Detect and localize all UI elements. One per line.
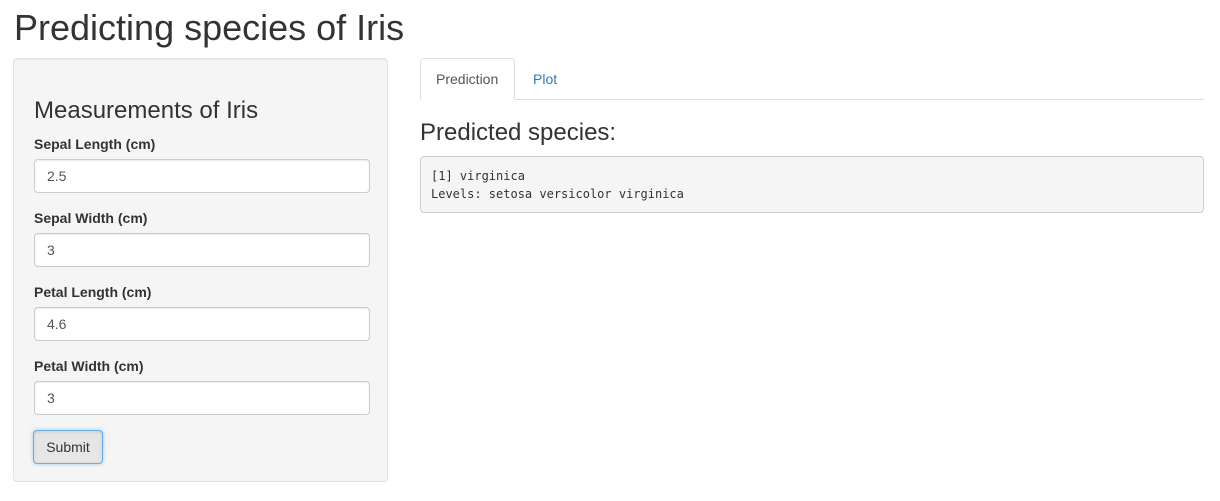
sepal-width-label: Sepal Width (cm) [34,210,148,226]
output-heading: Predicted species: [420,119,617,146]
sepal-length-input[interactable] [34,159,370,193]
tab-prediction[interactable]: Prediction [420,58,515,100]
petal-length-label: Petal Length (cm) [34,284,152,300]
sidebar-heading: Measurements of Iris [34,97,259,124]
sidebar-panel: Measurements of Iris Sepal Length (cm) S… [13,58,388,482]
tab-plot[interactable]: Plot [517,58,573,100]
petal-width-input[interactable] [34,381,370,415]
prediction-output: [1] virginica Levels: setosa versicolor v… [420,156,1204,213]
sepal-width-input[interactable] [34,233,370,267]
petal-width-label: Petal Width (cm) [34,358,144,374]
sepal-length-label: Sepal Length (cm) [34,136,156,152]
output-line-result: [1] virginica [431,169,525,183]
submit-button[interactable]: Submit [33,430,103,464]
tab-bar: Prediction Plot [420,58,1204,100]
page-title: Predicting species of Iris [14,7,405,48]
output-line-levels: Levels: setosa versicolor virginica [431,187,684,201]
petal-length-input[interactable] [34,307,370,341]
